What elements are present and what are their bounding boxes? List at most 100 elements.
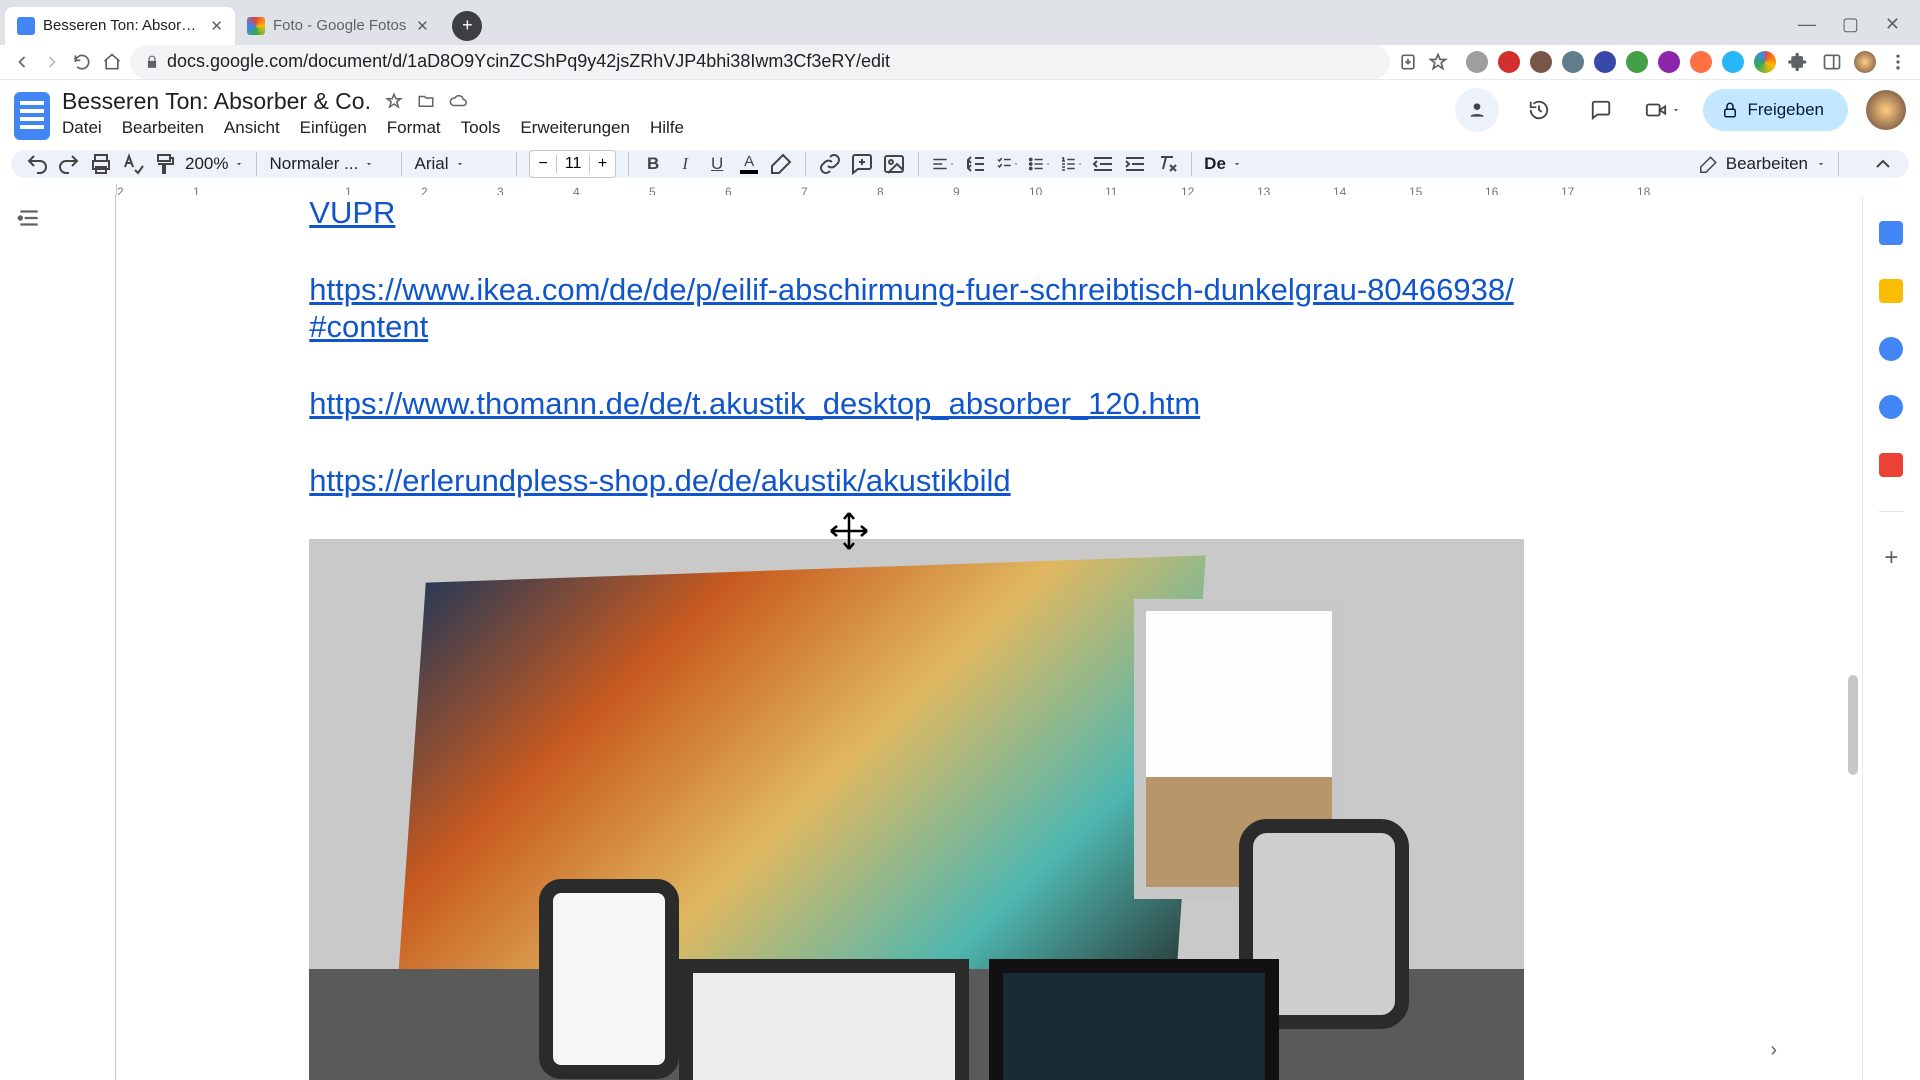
undo-icon[interactable] [25, 152, 49, 176]
calendar-icon[interactable] [1879, 221, 1903, 245]
ruler[interactable]: 21123456789101112131415161718 [0, 184, 1920, 195]
menu-bearbeiten[interactable]: Bearbeiten [122, 118, 204, 138]
comments-icon[interactable] [1579, 88, 1623, 132]
ext-icon[interactable] [1530, 51, 1552, 73]
inserted-image[interactable] [309, 539, 1524, 1080]
menu-datei[interactable]: Datei [62, 118, 102, 138]
share-button[interactable]: Freigeben [1703, 89, 1848, 131]
home-icon[interactable] [100, 50, 124, 74]
ext-icon[interactable] [1562, 51, 1584, 73]
underline-icon[interactable]: U [705, 152, 729, 176]
editing-mode-dropdown[interactable]: Bearbeiten [1700, 154, 1826, 174]
photos-favicon [247, 17, 265, 35]
ext-icon[interactable] [1626, 51, 1648, 73]
window-titlebar [0, 0, 1920, 7]
minimize-icon[interactable]: — [1798, 14, 1816, 35]
bulleted-list-icon[interactable] [1027, 152, 1051, 176]
maximize-icon[interactable]: ▢ [1842, 14, 1859, 35]
menu-einfuegen[interactable]: Einfügen [300, 118, 367, 138]
clear-formatting-icon[interactable] [1155, 152, 1179, 176]
redo-icon[interactable] [57, 152, 81, 176]
menu-hilfe[interactable]: Hilfe [650, 118, 684, 138]
font-size-value[interactable]: 11 [556, 155, 590, 173]
move-icon[interactable] [417, 92, 435, 110]
document-link-1[interactable]: https://www.ikea.com/de/de/p/eilif-absch… [309, 272, 1513, 344]
meet-indicator-icon[interactable] [1455, 88, 1499, 132]
checklist-icon[interactable] [995, 152, 1019, 176]
maps-icon[interactable] [1879, 453, 1903, 477]
profile-avatar[interactable] [1854, 51, 1876, 73]
history-icon[interactable] [1517, 88, 1561, 132]
close-tab-icon[interactable]: ✕ [414, 18, 430, 34]
docs-logo-icon[interactable] [14, 92, 50, 140]
extensions-icon[interactable] [1786, 50, 1810, 74]
keep-icon[interactable] [1879, 279, 1903, 303]
outline-toggle-icon[interactable] [16, 205, 42, 227]
paragraph-style-dropdown[interactable]: Normaler ... [269, 154, 389, 174]
sidepanel-icon[interactable] [1820, 50, 1844, 74]
collapse-toolbar-icon[interactable] [1871, 152, 1895, 176]
forward-icon[interactable] [40, 50, 64, 74]
zoom-dropdown[interactable]: 200% [185, 154, 244, 174]
vertical-scrollbar[interactable] [1848, 675, 1858, 775]
tab-photos[interactable]: Foto - Google Fotos ✕ [235, 7, 442, 45]
insert-image-icon[interactable] [882, 152, 906, 176]
add-addon-icon[interactable]: + [1879, 546, 1903, 570]
increase-indent-icon[interactable] [1123, 152, 1147, 176]
font-dropdown[interactable]: Arial [414, 154, 504, 174]
bookmark-icon[interactable] [1426, 50, 1450, 74]
document-page[interactable]: VUPR https://www.ikea.com/de/de/p/eilif-… [115, 195, 1861, 1080]
ext-icon[interactable] [1722, 51, 1744, 73]
ext-icon[interactable] [1466, 51, 1488, 73]
dictate-button[interactable]: De [1204, 154, 1242, 174]
install-icon[interactable] [1396, 50, 1420, 74]
ext-icon[interactable] [1658, 51, 1680, 73]
print-icon[interactable] [89, 152, 113, 176]
ext-icon[interactable] [1690, 51, 1712, 73]
italic-icon[interactable]: I [673, 152, 697, 176]
decrease-indent-icon[interactable] [1091, 152, 1115, 176]
star-icon[interactable] [385, 92, 403, 110]
document-link-3[interactable]: https://erlerundpless-shop.de/de/akustik… [309, 463, 1010, 498]
ext-icon[interactable] [1754, 51, 1776, 73]
explore-fab-icon[interactable]: › [1758, 1034, 1790, 1066]
text-color-icon[interactable]: A [737, 152, 761, 176]
side-panel: + [1862, 195, 1920, 1080]
menu-ansicht[interactable]: Ansicht [224, 118, 280, 138]
insert-comment-icon[interactable] [850, 152, 874, 176]
insert-link-icon[interactable] [818, 152, 842, 176]
menu-tools[interactable]: Tools [461, 118, 501, 138]
font-size-stepper[interactable]: − 11 + [529, 150, 616, 178]
ext-icon[interactable] [1498, 51, 1520, 73]
ext-icon[interactable] [1594, 51, 1616, 73]
decrease-font-icon[interactable]: − [530, 155, 555, 173]
highlight-icon[interactable] [769, 152, 793, 176]
document-link-2[interactable]: https://www.thomann.de/de/t.akustik_desk… [309, 386, 1200, 421]
contacts-icon[interactable] [1879, 395, 1903, 419]
omnibox[interactable]: docs.google.com/document/d/1aD8O9YcinZCS… [130, 45, 1390, 79]
link-fragment[interactable]: VUPR [309, 195, 1861, 231]
line-spacing-icon[interactable] [963, 152, 987, 176]
reload-icon[interactable] [70, 50, 94, 74]
document-title[interactable]: Besseren Ton: Absorber & Co. [62, 88, 371, 115]
align-icon[interactable] [931, 152, 955, 176]
kebab-menu-icon[interactable] [1886, 50, 1910, 74]
increase-font-icon[interactable]: + [590, 155, 615, 173]
close-window-icon[interactable]: ✕ [1885, 14, 1900, 35]
url-text: docs.google.com/document/d/1aD8O9YcinZCS… [167, 51, 890, 72]
bold-icon[interactable]: B [641, 152, 665, 176]
tab-title: Besseren Ton: Absorber & Co. - G [43, 17, 202, 34]
cloud-status-icon[interactable] [449, 92, 467, 110]
menu-erweiterungen[interactable]: Erweiterungen [520, 118, 630, 138]
spellcheck-icon[interactable] [121, 152, 145, 176]
new-tab-button[interactable]: + [452, 11, 482, 41]
meet-icon[interactable] [1641, 88, 1685, 132]
back-icon[interactable] [10, 50, 34, 74]
menu-format[interactable]: Format [387, 118, 441, 138]
numbered-list-icon[interactable] [1059, 152, 1083, 176]
tasks-icon[interactable] [1879, 337, 1903, 361]
close-tab-icon[interactable]: ✕ [210, 18, 223, 34]
tab-docs[interactable]: Besseren Ton: Absorber & Co. - G ✕ [5, 7, 235, 45]
paint-format-icon[interactable] [153, 152, 177, 176]
account-avatar[interactable] [1866, 90, 1906, 130]
